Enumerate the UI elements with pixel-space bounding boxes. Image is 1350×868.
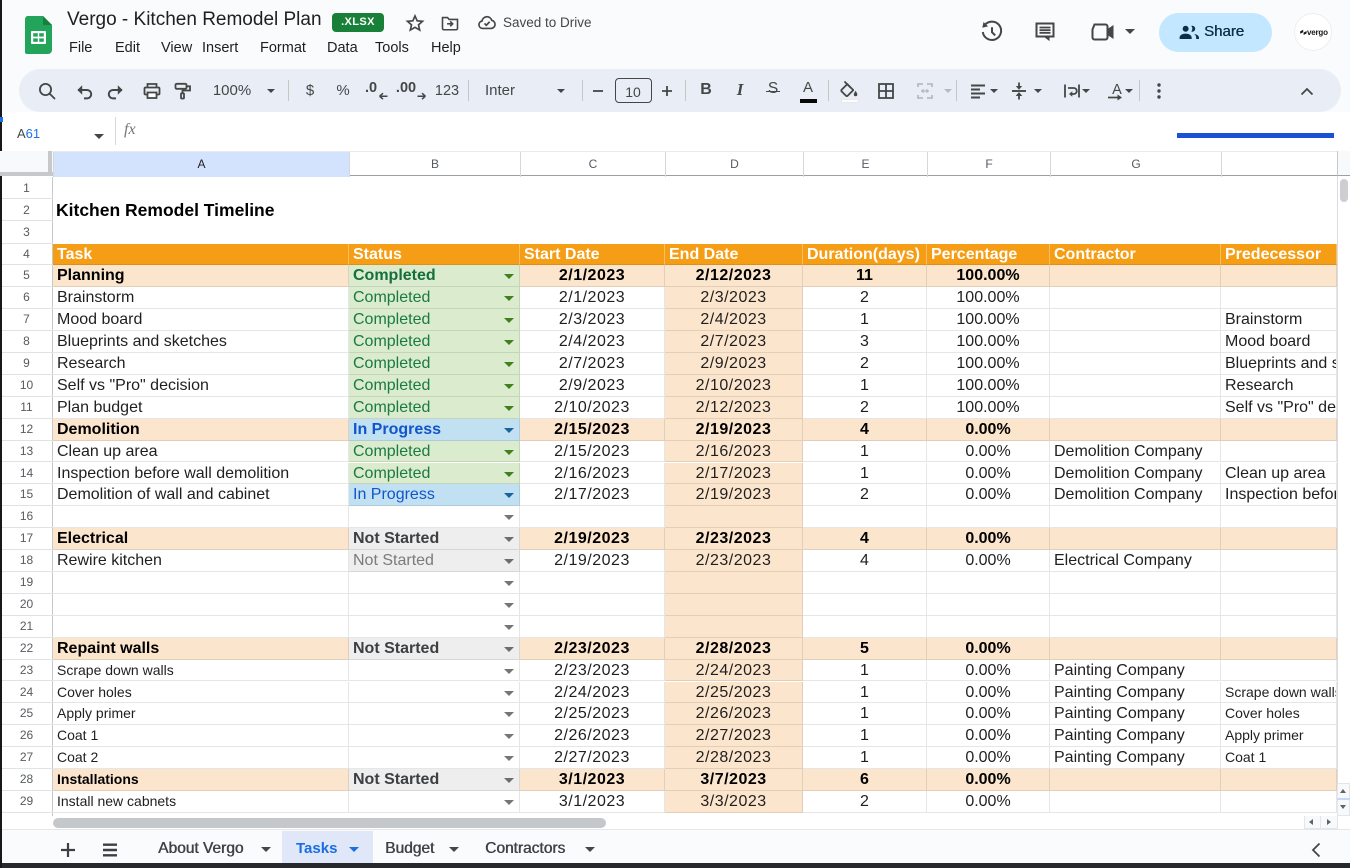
svg-text:vergo: vergo [1307, 28, 1328, 37]
